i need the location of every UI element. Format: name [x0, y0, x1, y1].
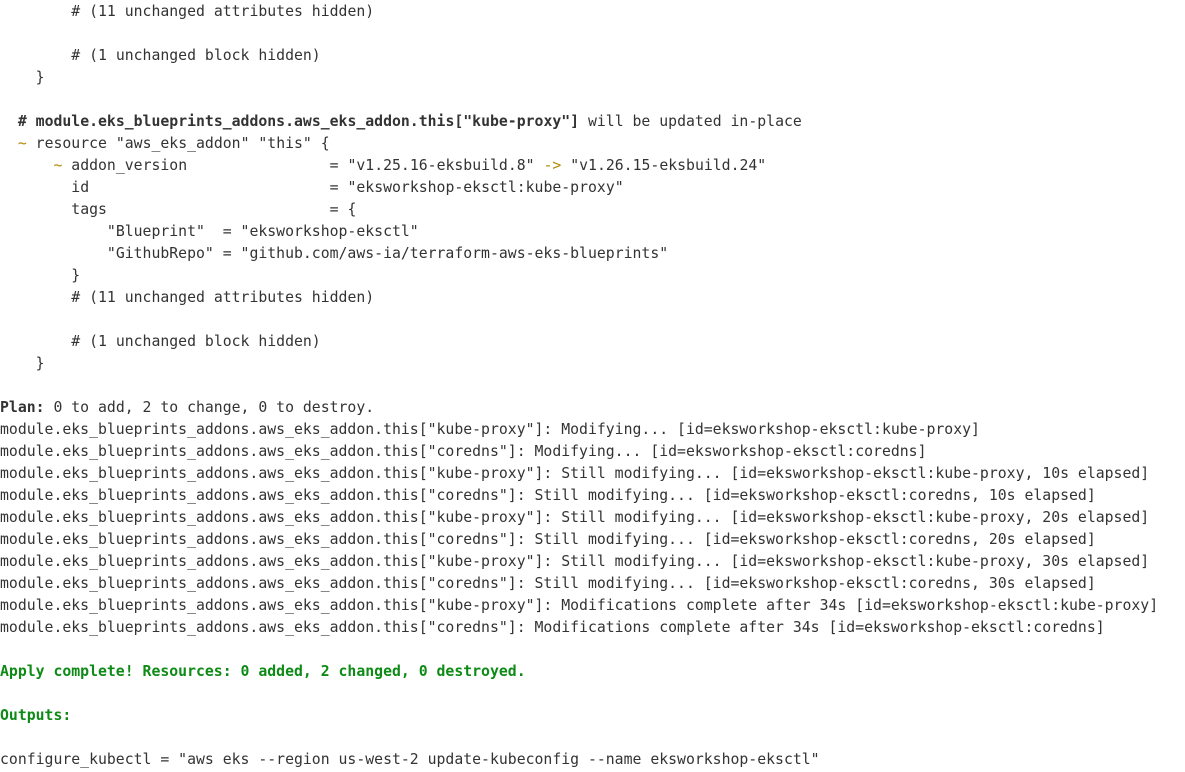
- tag-githubrepo: "GithubRepo" = "github.com/aws-ia/terraf…: [106, 245, 669, 262]
- attr-key: tags: [71, 201, 107, 218]
- update-marker-icon: ~: [17, 135, 27, 152]
- attr-old-value: "v1.25.16-eksbuild.8": [347, 157, 535, 174]
- log-line: module.eks_blueprints_addons.aws_eks_add…: [0, 617, 1185, 639]
- resource-comment-prefix: #: [17, 113, 36, 130]
- hidden-block-note: # (1 unchanged block hidden): [71, 47, 321, 64]
- log-text: module.eks_blueprints_addons.aws_eks_add…: [0, 619, 1105, 636]
- apply-complete-message: Apply complete! Resources: 0 added, 2 ch…: [0, 663, 526, 680]
- tag-entry-line: "Blueprint" = "eksworkshop-eksctl": [0, 221, 1185, 243]
- hidden-attributes-note: # (11 unchanged attributes hidden): [71, 3, 375, 20]
- log-line: module.eks_blueprints_addons.aws_eks_add…: [0, 551, 1185, 573]
- terminal-line: # (1 unchanged block hidden): [0, 331, 1185, 353]
- log-line: module.eks_blueprints_addons.aws_eks_add…: [0, 441, 1185, 463]
- tags-line: tags = {: [0, 199, 1185, 221]
- tag-blueprint: "Blueprint" = "eksworkshop-eksctl": [106, 223, 419, 240]
- plan-text: 0 to add, 2 to change, 0 to destroy.: [44, 399, 375, 416]
- log-text: module.eks_blueprints_addons.aws_eks_add…: [0, 509, 1150, 526]
- terminal-output: # (11 unchanged attributes hidden) # (1 …: [0, 1, 1185, 771]
- resource-address: module.eks_blueprints_addons.aws_eks_add…: [35, 113, 580, 130]
- closing-brace: }: [35, 355, 45, 372]
- terminal-line: }: [0, 353, 1185, 375]
- hidden-attributes-note: # (11 unchanged attributes hidden): [71, 289, 375, 306]
- log-text: module.eks_blueprints_addons.aws_eks_add…: [0, 597, 1159, 614]
- output-configure-kubectl: configure_kubectl = "aws eks --region us…: [0, 751, 820, 768]
- log-text: module.eks_blueprints_addons.aws_eks_add…: [0, 575, 1096, 592]
- attr-eq: =: [329, 201, 348, 218]
- attr-key: id: [71, 179, 90, 196]
- log-line: module.eks_blueprints_addons.aws_eks_add…: [0, 463, 1185, 485]
- id-line: id = "eksworkshop-eksctl:kube-proxy": [0, 177, 1185, 199]
- log-text: module.eks_blueprints_addons.aws_eks_add…: [0, 531, 1096, 548]
- log-text: module.eks_blueprints_addons.aws_eks_add…: [0, 465, 1150, 482]
- plan-label: Plan:: [0, 399, 45, 416]
- attr-eq: =: [329, 157, 348, 174]
- attr-new-value: "v1.26.15-eksbuild.24": [570, 157, 767, 174]
- terminal-line: # (11 unchanged attributes hidden): [0, 287, 1185, 309]
- open-brace: {: [347, 201, 357, 218]
- attr-eq: =: [329, 179, 348, 196]
- attr-value: "eksworkshop-eksctl:kube-proxy": [347, 179, 624, 196]
- resource-action: will be updated in-place: [579, 113, 802, 130]
- addon-version-line: ~ addon_version = "v1.25.16-eksbuild.8" …: [0, 155, 1185, 177]
- log-line: module.eks_blueprints_addons.aws_eks_add…: [0, 573, 1185, 595]
- terminal-line: }: [0, 265, 1185, 287]
- log-line: module.eks_blueprints_addons.aws_eks_add…: [0, 595, 1185, 617]
- attr-key: addon_version: [71, 157, 188, 174]
- resource-declaration-line: ~ resource "aws_eks_addon" "this" {: [0, 133, 1185, 155]
- log-text: module.eks_blueprints_addons.aws_eks_add…: [0, 443, 927, 460]
- closing-brace: }: [35, 69, 45, 86]
- log-line: module.eks_blueprints_addons.aws_eks_add…: [0, 507, 1185, 529]
- log-line: module.eks_blueprints_addons.aws_eks_add…: [0, 419, 1185, 441]
- outputs-label: Outputs:: [0, 707, 72, 724]
- terminal-line: # (1 unchanged block hidden): [0, 45, 1185, 67]
- log-text: module.eks_blueprints_addons.aws_eks_add…: [0, 487, 1096, 504]
- change-arrow-icon: ->: [543, 157, 562, 174]
- resource-declaration: resource "aws_eks_addon" "this" {: [35, 135, 330, 152]
- terminal-line: # (11 unchanged attributes hidden): [0, 1, 1185, 23]
- update-marker-icon: ~: [53, 157, 63, 174]
- closing-brace: }: [71, 267, 81, 284]
- plan-summary-line: Plan: 0 to add, 2 to change, 0 to destro…: [0, 397, 1185, 419]
- log-line: module.eks_blueprints_addons.aws_eks_add…: [0, 529, 1185, 551]
- tag-entry-line: "GithubRepo" = "github.com/aws-ia/terraf…: [0, 243, 1185, 265]
- terminal-line: }: [0, 67, 1185, 89]
- resource-comment-line: # module.eks_blueprints_addons.aws_eks_a…: [0, 111, 1185, 133]
- log-line: module.eks_blueprints_addons.aws_eks_add…: [0, 485, 1185, 507]
- log-text: module.eks_blueprints_addons.aws_eks_add…: [0, 421, 980, 438]
- hidden-block-note: # (1 unchanged block hidden): [71, 333, 321, 350]
- log-text: module.eks_blueprints_addons.aws_eks_add…: [0, 553, 1150, 570]
